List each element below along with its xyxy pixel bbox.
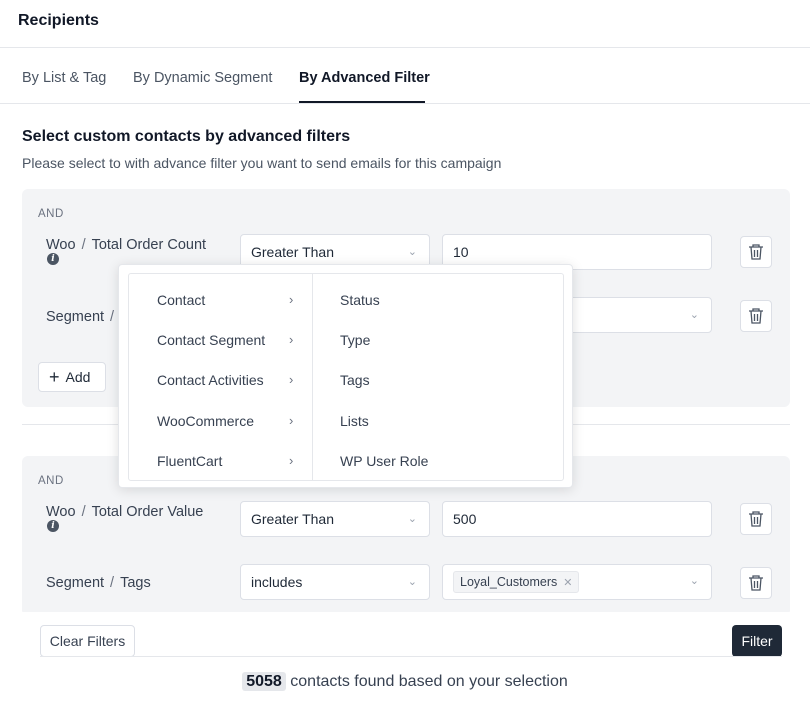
cascader-item-contact-segment[interactable]: Contact Segment › (157, 332, 307, 348)
filter-field: Total Order Count (91, 237, 207, 253)
label-separator: / (81, 504, 86, 520)
delete-filter-button[interactable] (740, 567, 772, 599)
value-text: 10 (453, 244, 469, 260)
recipients-header: Recipients (0, 0, 810, 48)
operator-select[interactable]: includes ⌄ (240, 564, 430, 600)
delete-filter-button[interactable] (740, 300, 772, 332)
filter-button[interactable]: Filter (732, 625, 782, 657)
filter-category: Woo (46, 504, 76, 520)
plus-icon: + (49, 367, 60, 387)
result-text: contacts found based on your selection (290, 673, 568, 690)
filter-label: Segment / (46, 309, 120, 325)
chevron-right-icon: › (289, 372, 294, 387)
tag-chip-label: Loyal_Customers (460, 575, 558, 589)
trash-icon (749, 575, 763, 591)
chevron-right-icon: › (289, 413, 294, 428)
filter-category: Segment (46, 575, 105, 591)
tab-by-dynamic-segment[interactable]: By Dynamic Segment (133, 70, 272, 86)
operator-value: Greater Than (251, 511, 335, 527)
cascader-item-woocommerce[interactable]: WooCommerce › (157, 413, 307, 429)
filter-category: Segment (46, 309, 105, 325)
filter-property-popover: Contact › Contact Segment › Contact Acti… (118, 264, 573, 488)
chevron-down-icon: ⌄ (407, 513, 417, 525)
active-tab-indicator (299, 101, 425, 103)
label-separator: / (110, 575, 115, 591)
trash-icon (749, 511, 763, 527)
cascader-item-label: Contact Activities (157, 372, 264, 388)
result-summary: 5058 contacts found based on your select… (0, 672, 810, 691)
tag-chip: Loyal_Customers ✕ (453, 571, 580, 593)
cascader-item-label: Contact Segment (157, 332, 266, 348)
value-input[interactable]: 500 (442, 501, 712, 537)
cascader-item-label: Contact (157, 292, 206, 308)
filter-category: Woo (46, 237, 76, 253)
chevron-down-icon: ⌄ (407, 576, 417, 588)
chevron-down-icon: ⌄ (689, 309, 699, 321)
and-label: AND (38, 208, 64, 220)
cascader-item-fluentcart[interactable]: FluentCart › (157, 453, 307, 469)
footer-divider (40, 656, 782, 657)
column-divider (312, 274, 313, 480)
tab-by-advanced-filter[interactable]: By Advanced Filter (299, 70, 430, 86)
info-icon[interactable]: i (47, 520, 59, 532)
trash-icon (749, 308, 763, 324)
add-filter-button[interactable]: + Add (38, 362, 106, 392)
info-icon[interactable]: i (47, 253, 59, 265)
value-text: 500 (453, 511, 477, 527)
tag-select[interactable]: Loyal_Customers ✕ ⌄ (442, 564, 712, 600)
tab-bar: By List & Tag By Dynamic Segment By Adva… (0, 48, 810, 104)
chevron-right-icon: › (289, 453, 294, 468)
section-description: Please select to with advance filter you… (22, 155, 502, 171)
filter-label: Woo / Total Order Value (46, 504, 203, 520)
delete-filter-button[interactable] (740, 236, 772, 268)
cascader-panel: Contact › Contact Segment › Contact Acti… (128, 273, 564, 481)
tab-by-list-tag[interactable]: By List & Tag (22, 70, 106, 86)
trash-icon (749, 244, 763, 260)
close-icon[interactable]: ✕ (563, 577, 572, 589)
and-label: AND (38, 475, 64, 487)
add-label: Add (65, 369, 91, 385)
filter-field: Tags (120, 575, 151, 591)
clear-filters-button[interactable]: Clear Filters (40, 625, 135, 657)
cascader-item-contact[interactable]: Contact › (157, 292, 307, 308)
cascader-field-tags[interactable]: Tags (340, 372, 370, 388)
delete-filter-button[interactable] (740, 503, 772, 535)
chevron-down-icon: ⌄ (689, 575, 699, 587)
cascader-field-status[interactable]: Status (340, 292, 380, 308)
cascader-item-contact-activities[interactable]: Contact Activities › (157, 372, 307, 388)
operator-select[interactable]: Greater Than ⌄ (240, 501, 430, 537)
chevron-right-icon: › (289, 332, 294, 347)
cascader-field-lists[interactable]: Lists (340, 413, 369, 429)
chevron-right-icon: › (289, 292, 294, 307)
cascader-field-wp-user-role[interactable]: WP User Role (340, 453, 428, 469)
label-separator: / (81, 237, 86, 253)
filter-field: Total Order Value (91, 504, 204, 520)
filter-label: Segment / Tags (46, 575, 151, 591)
section-title: Select custom contacts by advanced filte… (22, 128, 351, 145)
operator-value: Greater Than (251, 244, 335, 260)
filter-label: Woo / Total Order Count (46, 237, 206, 253)
operator-value: includes (251, 574, 303, 590)
cascader-item-label: FluentCart (157, 453, 223, 469)
contact-count: 5058 (242, 672, 286, 691)
cascader-field-type[interactable]: Type (340, 332, 370, 348)
cascader-item-label: WooCommerce (157, 413, 254, 429)
page-title: Recipients (18, 12, 99, 29)
